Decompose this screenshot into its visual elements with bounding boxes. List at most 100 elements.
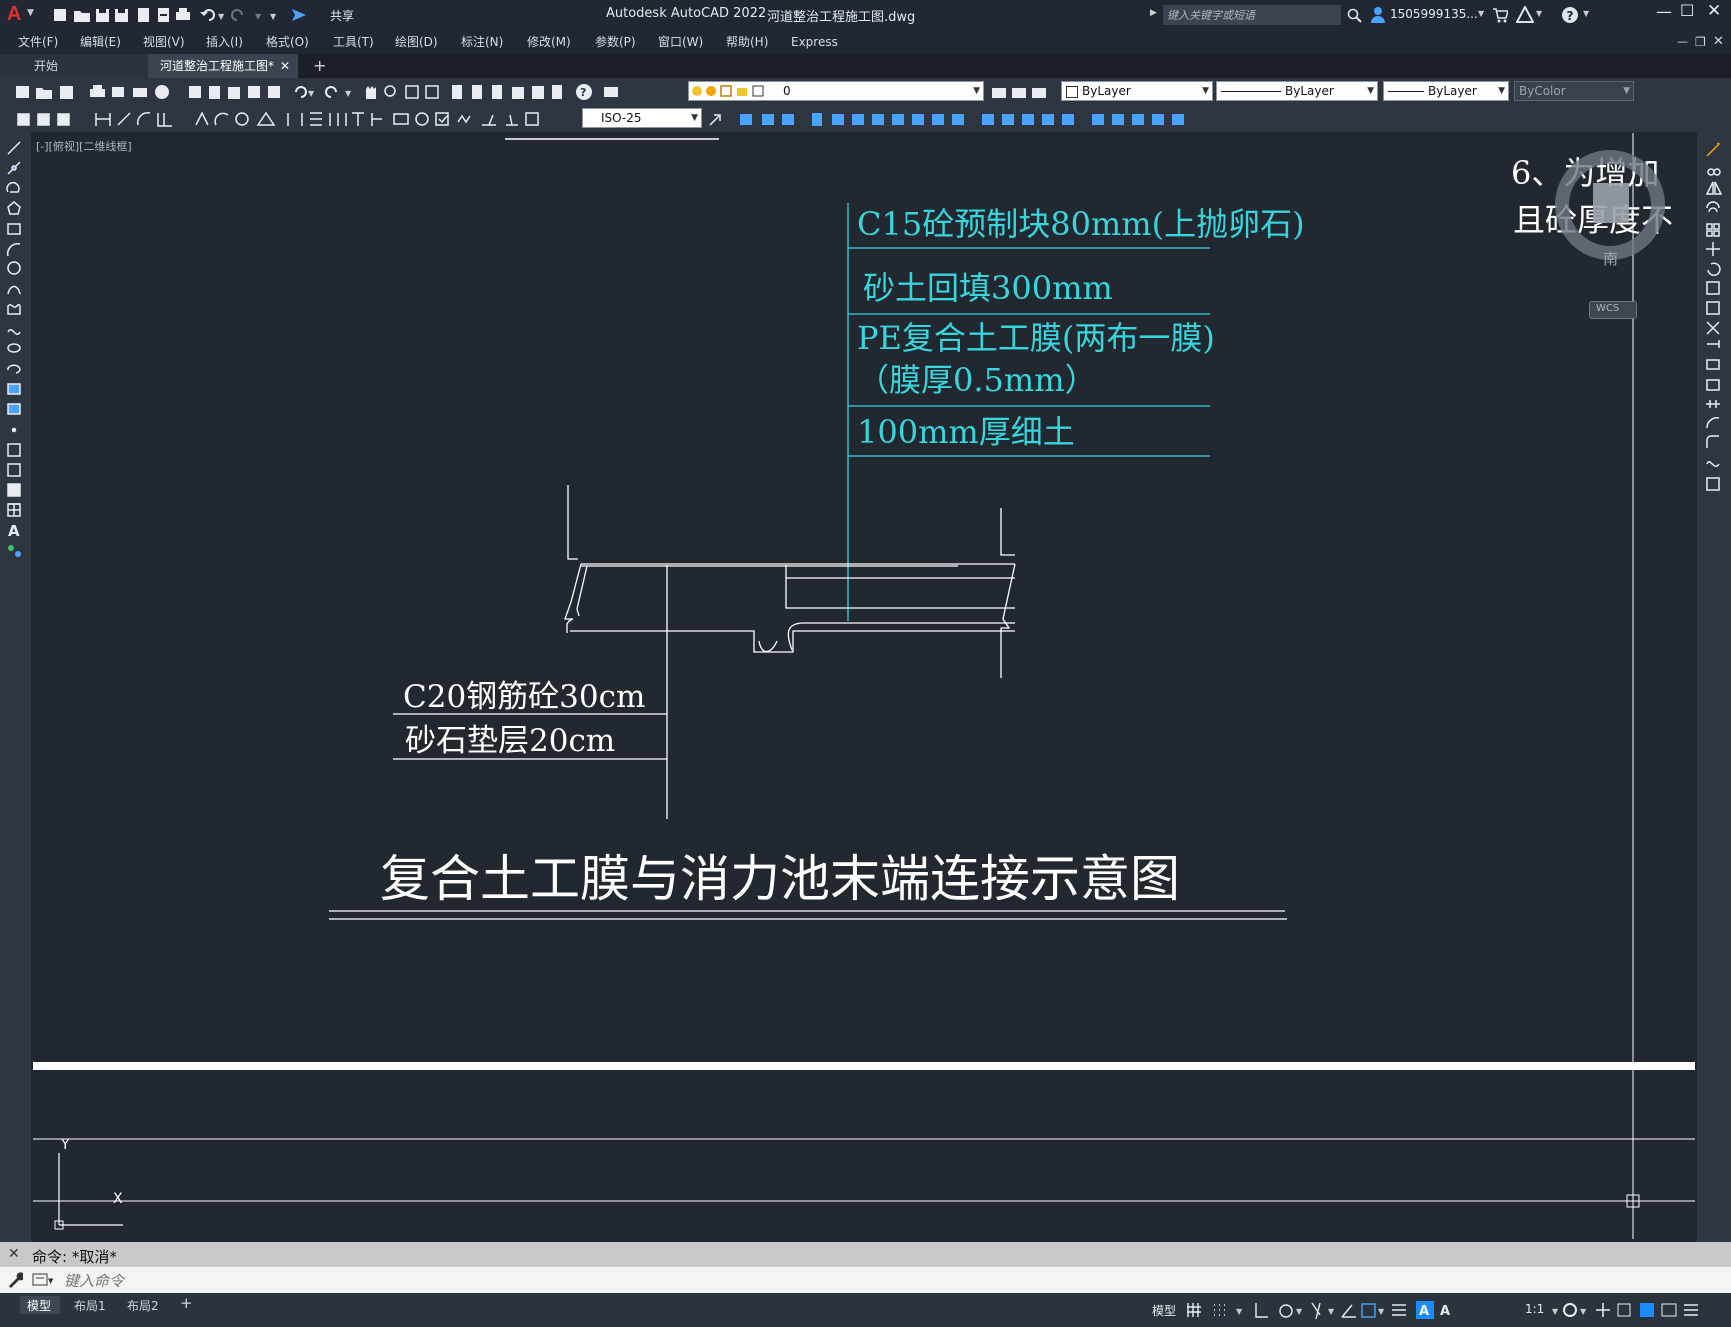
drawing-canvas[interactable]: [-][俯视][二维线框] C15砼预制块80mm(上抛卵石) 砂土回填300m…: [33, 133, 1695, 1239]
search-expand-icon[interactable]: ▶: [1150, 8, 1157, 18]
help-arrow-icon[interactable]: ▼: [1583, 9, 1589, 18]
menu-express[interactable]: Express: [791, 30, 838, 54]
svg-text:A: A: [8, 522, 20, 540]
dimension-toolbar-icons[interactable]: [6, 110, 576, 128]
layout-tab-model-label: 模型: [27, 1299, 52, 1313]
label-fine-soil: 100mm厚细土: [857, 413, 1075, 451]
dimstyle-dropdown[interactable]: ISO-25 ▼: [582, 108, 702, 128]
quick-access-icons[interactable]: ▼ ▼ ▼: [52, 6, 312, 24]
annotation-scale[interactable]: 1:1: [1525, 1302, 1544, 1316]
label-sand-backfill: 砂土回填300mm: [863, 269, 1113, 307]
menu-draw[interactable]: 绘图(D): [395, 30, 438, 54]
search-box[interactable]: 键入关键字或短语: [1163, 5, 1341, 25]
menu-view[interactable]: 视图(V): [143, 30, 185, 54]
svg-text:A: A: [1419, 1304, 1429, 1319]
tab-drawing[interactable]: 河道整治工程施工图* ✕: [148, 54, 298, 78]
new-tab-button[interactable]: +: [313, 56, 326, 75]
menu-dimension[interactable]: 标注(N): [461, 30, 503, 54]
new-layout-button[interactable]: +: [180, 1294, 193, 1312]
layout-tab-model[interactable]: 模型: [20, 1296, 60, 1314]
menu-modify[interactable]: 修改(M): [527, 30, 571, 54]
command-close-icon[interactable]: ✕: [8, 1246, 20, 1262]
plotstyle-arrow-icon: ▼: [1623, 86, 1630, 96]
doc-restore-button[interactable]: ❐: [1695, 30, 1706, 54]
color-value: ByLayer: [1082, 84, 1131, 98]
menu-insert[interactable]: 插入(I): [206, 30, 243, 54]
lineweight-arrow-icon: ▼: [1498, 86, 1505, 96]
user-menu-arrow-icon[interactable]: ▼: [1478, 9, 1484, 18]
label-c20-concrete: C20钢筋砼30cm: [403, 679, 646, 715]
share-button[interactable]: 共享: [330, 7, 354, 24]
menu-format[interactable]: 格式(O): [266, 30, 309, 54]
layer-tool-icons[interactable]: [990, 83, 1050, 101]
standard-toolbar-icons[interactable]: ▼ ▼ ?: [6, 83, 691, 101]
model-space-button[interactable]: 模型: [1152, 1302, 1176, 1319]
svg-text:A: A: [1440, 1304, 1450, 1319]
modify-toolbar-icons[interactable]: [706, 110, 1226, 128]
maximize-button[interactable]: ☐: [1680, 1, 1694, 20]
wcs-menu[interactable]: WCS: [1589, 301, 1637, 319]
svg-text:▼: ▼: [345, 89, 352, 98]
viewcube-ring[interactable]: [1553, 143, 1673, 263]
color-arrow-icon: ▼: [1202, 86, 1209, 96]
doc-close-button[interactable]: ✕: [1713, 30, 1724, 54]
modify-side-icons[interactable]: [1705, 142, 1725, 542]
linetype-dropdown[interactable]: ByLayer ▼: [1216, 81, 1378, 101]
status-bar: 模型 布局1 布局2 + 模型 ▼ ▼ ▼ ▼ A A 1:1 ▼ ▼: [0, 1293, 1731, 1327]
command-recent-icon[interactable]: ▼: [32, 1273, 54, 1287]
color-dropdown[interactable]: ByLayer ▼: [1061, 81, 1213, 101]
dimension-toolbar: ISO-25 ▼: [0, 105, 1731, 132]
svg-text:▼: ▼: [1378, 1307, 1385, 1316]
layer-dropdown[interactable]: 0 ▼: [688, 81, 984, 101]
svg-text:▼: ▼: [270, 12, 277, 21]
draw-toolbar-icons[interactable]: A: [6, 140, 26, 600]
wrench-icon[interactable]: [7, 1272, 23, 1288]
modify-toolbar: [1697, 132, 1731, 1242]
close-button[interactable]: ✕: [1707, 1, 1721, 21]
doc-minimize-button[interactable]: —: [1677, 30, 1688, 54]
label-c15-precast-block: C15砼预制块80mm(上抛卵石): [857, 205, 1305, 243]
tab-close-icon[interactable]: ✕: [280, 54, 290, 78]
svg-text:▼: ▼: [1552, 1307, 1559, 1316]
layer-name: 0: [783, 84, 791, 98]
minimize-button[interactable]: —: [1656, 2, 1672, 21]
tab-start-label: 开始: [34, 59, 59, 73]
cart-icon[interactable]: [1492, 7, 1508, 23]
menu-help[interactable]: 帮助(H): [726, 30, 768, 54]
svg-text:▼: ▼: [255, 12, 262, 21]
autodesk-app-icon[interactable]: [1516, 6, 1534, 24]
layout-tab-1[interactable]: 布局1: [74, 1297, 106, 1314]
menu-tools[interactable]: 工具(T): [333, 30, 374, 54]
help-icon[interactable]: ?: [1561, 6, 1579, 24]
lineweight-value: ByLayer: [1428, 84, 1477, 98]
user-icon[interactable]: [1370, 6, 1386, 24]
search-icon[interactable]: [1347, 8, 1363, 24]
app-menu-arrow-icon[interactable]: ▼: [27, 8, 34, 18]
search-input[interactable]: 键入关键字或短语: [1167, 7, 1255, 23]
menu-edit[interactable]: 编辑(E): [80, 30, 121, 54]
plotstyle-dropdown[interactable]: ByColor ▼: [1514, 81, 1634, 101]
layout-tab-2[interactable]: 布局2: [127, 1297, 159, 1314]
viewcube[interactable]: 南: [1553, 143, 1673, 268]
ucs-x-label: X: [113, 1191, 123, 1207]
standard-toolbar: ▼ ▼ ? 0 ▼ ByLayer ▼ ByLayer ▼ ByLayer ▼ …: [0, 78, 1731, 105]
user-name[interactable]: 1505999135...: [1390, 7, 1478, 21]
app-icon-arrow-icon[interactable]: ▼: [1536, 9, 1542, 18]
menu-bar: 文件(F) 编辑(E) 视图(V) 插入(I) 格式(O) 工具(T) 绘图(D…: [0, 30, 1731, 54]
status-right-icons[interactable]: ▼ ▼: [1552, 1299, 1727, 1321]
tab-start[interactable]: 开始: [0, 54, 148, 78]
viewcube-south-label[interactable]: 南: [1603, 248, 1618, 269]
menu-window[interactable]: 窗口(W): [658, 30, 703, 54]
menu-parametric[interactable]: 参数(P): [595, 30, 636, 54]
dimstyle-arrow-icon: ▼: [691, 113, 698, 123]
menu-file[interactable]: 文件(F): [18, 30, 58, 54]
svg-text:▼: ▼: [1580, 1307, 1587, 1316]
autocad-logo[interactable]: A: [7, 3, 21, 26]
label-gravel-cushion: 砂石垫层20cm: [405, 723, 616, 759]
ucs-y-label: Y: [61, 1137, 70, 1153]
layer-state-icons: [692, 85, 764, 97]
command-history-text: 命令: *取消*: [32, 1248, 117, 1266]
file-name: 河道整治工程施工图.dwg: [767, 10, 916, 25]
lineweight-dropdown[interactable]: ByLayer ▼: [1383, 81, 1509, 101]
command-input[interactable]: [62, 1270, 1716, 1292]
